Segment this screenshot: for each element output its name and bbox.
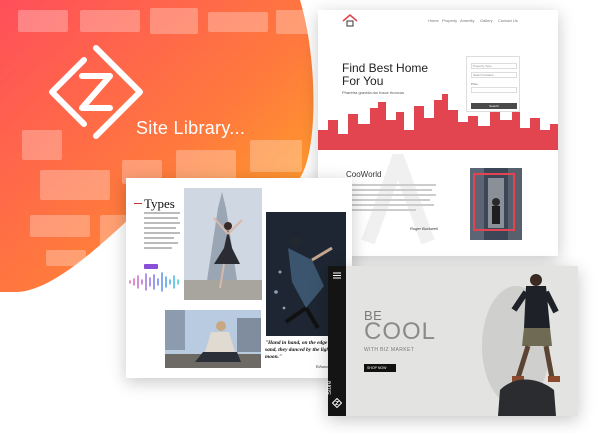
search-button[interactable]: Search [471,103,517,109]
audio-wave-icon [129,272,179,292]
real-estate-nav: Home Property Amenity Gallery Contact Us [318,10,558,32]
price-label: Price [471,82,478,86]
hamburger-menu-icon[interactable] [333,272,341,279]
model-photo [482,274,560,416]
street-photo [470,168,522,240]
site-library-label: Site Library... [136,118,246,138]
real-estate-title: Find Best Home For You [342,61,429,88]
section-paragraph [346,184,436,224]
property-type-select[interactable]: Property Type [471,63,517,69]
site-library-banner: Site Library... Home Property Amenity Ga… [0,0,600,433]
signature: Roger Buckwell [410,226,438,231]
location-input[interactable]: Search location [471,72,517,78]
shop-now-button[interactable]: SHOP NOW [364,364,396,372]
real-estate-subtitle: Pharetra gravida dui fusce rhoncus [342,90,405,95]
house-logo-icon [342,13,358,27]
types-paragraph [144,212,180,252]
store-tagline: WITH BIZ MARKET [364,347,415,353]
nav-link-contact[interactable]: Contact Us [498,18,518,23]
store-vertical-label: Store [327,380,333,395]
nav-link-property[interactable]: Property [442,18,457,23]
property-search-form: Property Type Search location Price Sear… [466,56,520,112]
nav-link-home[interactable]: Home [428,18,439,23]
types-read-more-button[interactable] [144,264,158,269]
store-headline-cool: COOL [364,318,437,345]
nav-link-gallery[interactable]: Gallery [480,18,493,23]
types-quote-author: Edward [316,364,329,369]
city-skyline-illustration [318,94,558,150]
crouching-dancer-photo [165,310,261,368]
eiffel-dancer-photo [184,188,262,300]
z-diamond-logo-icon [49,45,143,139]
types-title: Types [144,196,175,211]
title-dash [134,203,142,204]
z-store-logo-icon [332,398,342,408]
price-range-slider[interactable] [471,87,517,93]
nav-link-amenity[interactable]: Amenity [460,18,474,23]
